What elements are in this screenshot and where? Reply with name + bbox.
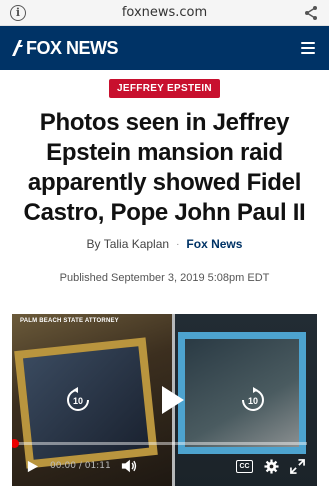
time-display: 00:00 / 01:11 [50,461,111,471]
site-header: FOX NEWS [0,26,329,70]
time-separator: / [78,461,82,471]
logo-mark-icon [12,40,23,56]
browser-url-bar: i foxnews.com [0,0,329,26]
skip-forward-label: 10 [248,396,258,406]
fox-news-logo[interactable]: FOX NEWS [10,37,119,59]
skip-forward-10-button[interactable]: 10 [239,386,267,414]
category-badge[interactable]: JEFFREY EPSTEIN [109,79,220,98]
volume-icon [121,459,136,473]
share-icon[interactable] [303,5,319,21]
skip-back-10-button[interactable]: 10 [64,386,92,414]
outlet-link[interactable]: Fox News [186,237,242,251]
gear-icon [263,458,279,474]
duration: 01:11 [84,461,111,471]
byline-separator: · [176,238,180,250]
video-caption-chip: PALM BEACH STATE ATTORNEY [20,318,119,324]
skip-back-label: 10 [73,396,83,406]
url-text[interactable]: foxnews.com [122,5,207,20]
author-link[interactable]: Talia Kaplan [104,237,169,251]
current-time: 00:00 [50,461,76,471]
play-button[interactable] [150,380,190,420]
fullscreen-icon [289,458,305,474]
play-small-icon [27,460,38,472]
byline: By Talia Kaplan · Fox News [0,237,329,251]
logo-text: FOX NEWS [26,37,119,58]
info-icon[interactable]: i [10,4,26,21]
play-small-button[interactable] [24,458,40,474]
hamburger-menu-icon[interactable] [301,42,315,54]
fullscreen-button[interactable] [289,458,305,474]
volume-button[interactable] [121,458,137,474]
published-date: Published September 3, 2019 5:08pm EDT [59,272,270,284]
byline-prefix: By [86,237,101,251]
forward-10-icon: 10 [242,387,264,411]
rewind-10-icon: 10 [67,387,89,411]
play-icon [162,386,184,414]
progress-bar[interactable] [12,439,307,448]
settings-button[interactable] [263,458,279,474]
video-player[interactable]: PALM BEACH STATE ATTORNEY 10 10 00:00 / … [12,314,317,486]
closed-captions-button[interactable]: CC [236,459,253,473]
article-headline: Photos seen in Jeffrey Epstein mansion r… [23,109,306,226]
video-control-bar: 00:00 / 01:11 CC [12,446,317,486]
